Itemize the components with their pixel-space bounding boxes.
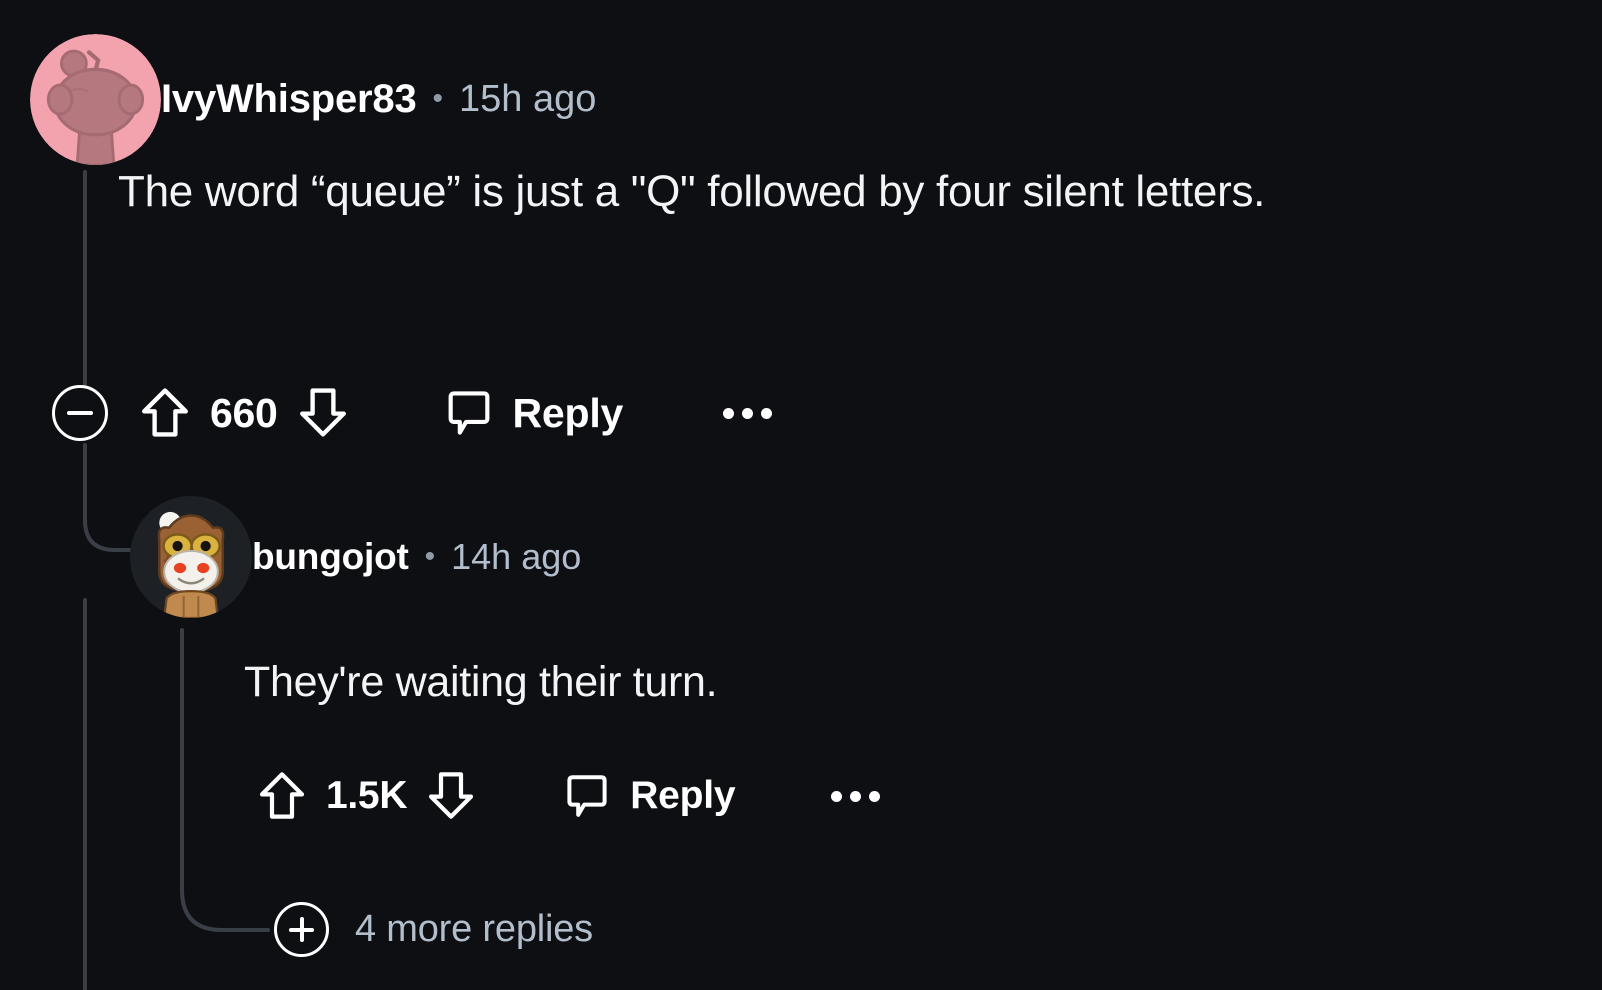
author-username[interactable]: IvyWhisper83 bbox=[161, 77, 417, 122]
reply-label: Reply bbox=[630, 774, 736, 817]
more-options-button[interactable] bbox=[723, 407, 773, 419]
upvote-arrow-icon bbox=[142, 388, 188, 437]
upvote-button[interactable] bbox=[140, 386, 190, 440]
upvote-button[interactable] bbox=[258, 770, 306, 822]
reddit-comment-thread: IvyWhisper83 • 15h ago The word “queue” … bbox=[0, 0, 1602, 990]
downvote-button[interactable] bbox=[427, 770, 475, 822]
downvote-button[interactable] bbox=[298, 386, 348, 440]
dot-icon bbox=[831, 790, 843, 802]
dot-icon bbox=[723, 407, 735, 419]
reddit-snoo-avatar-pink-icon bbox=[30, 33, 161, 165]
avatar[interactable] bbox=[30, 33, 161, 165]
reddit-snoo-avatar-owl-costume-icon bbox=[130, 496, 252, 618]
downvote-arrow-icon bbox=[429, 772, 474, 819]
comment-bubble-icon bbox=[448, 391, 489, 435]
comment-action-bar: 660 Reply bbox=[52, 385, 773, 441]
more-replies-button[interactable]: 4 more replies bbox=[274, 902, 593, 957]
more-options-button[interactable] bbox=[831, 790, 881, 802]
comment-top-level: IvyWhisper83 • 15h ago bbox=[30, 33, 1570, 165]
vote-group: 1.5K bbox=[258, 770, 475, 822]
plus-circle-icon bbox=[274, 902, 329, 957]
comment-header: IvyWhisper83 • 15h ago bbox=[30, 33, 1570, 165]
more-replies-label: 4 more replies bbox=[355, 908, 593, 950]
reply-label: Reply bbox=[512, 389, 624, 436]
reply-button[interactable]: Reply bbox=[563, 772, 736, 820]
meta-separator: • bbox=[432, 82, 444, 115]
dot-icon bbox=[761, 407, 773, 419]
vote-count: 660 bbox=[210, 389, 278, 436]
dot-icon bbox=[869, 790, 881, 802]
author-username[interactable]: bungojot bbox=[252, 536, 409, 578]
comment-reply: bungojot • 14h ago bbox=[130, 494, 1570, 620]
collapse-thread-button[interactable] bbox=[52, 385, 108, 441]
comment-body-text: The word “queue” is just a "Q" followed … bbox=[118, 167, 1266, 216]
downvote-arrow-icon bbox=[299, 388, 346, 437]
dot-icon bbox=[850, 790, 862, 802]
comment-body-text: They're waiting their turn. bbox=[244, 658, 718, 706]
avatar[interactable] bbox=[130, 496, 252, 618]
author-line: bungojot • 14h ago bbox=[252, 536, 581, 578]
meta-separator: • bbox=[424, 540, 436, 573]
comment-action-bar: 1.5K Reply bbox=[258, 770, 881, 822]
comment-header: bungojot • 14h ago bbox=[130, 494, 1570, 620]
author-line: IvyWhisper83 • 15h ago bbox=[161, 77, 596, 122]
vote-group: 660 bbox=[140, 386, 348, 440]
reply-button[interactable]: Reply bbox=[444, 388, 624, 438]
upvote-arrow-icon bbox=[259, 772, 305, 819]
comment-bubble-icon bbox=[567, 775, 607, 817]
comment-timestamp: 14h ago bbox=[451, 536, 582, 577]
vote-count: 1.5K bbox=[326, 774, 408, 817]
dot-icon bbox=[742, 407, 754, 419]
comment-timestamp: 15h ago bbox=[459, 77, 597, 120]
